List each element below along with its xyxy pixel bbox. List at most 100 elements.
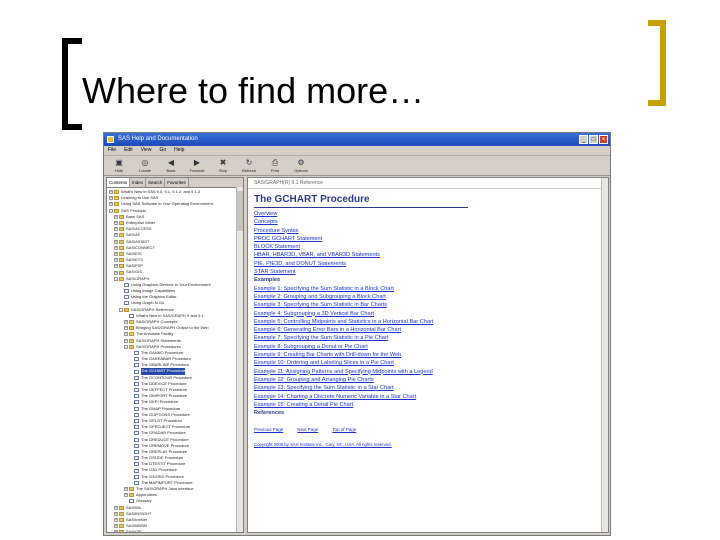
expand-icon[interactable]: + bbox=[124, 487, 128, 492]
expand-icon[interactable]: + bbox=[114, 270, 118, 275]
expand-icon[interactable]: + bbox=[114, 530, 118, 532]
nav-previous-page-link[interactable]: Previous Page bbox=[254, 427, 283, 432]
content-pane: SAS/GRAPH(R) 9.1 Reference The GCHART Pr… bbox=[247, 177, 609, 533]
title-rule bbox=[254, 207, 468, 208]
menu-item-view[interactable]: View bbox=[141, 146, 152, 155]
expand-icon[interactable]: + bbox=[124, 326, 128, 331]
folder-icon bbox=[124, 307, 129, 312]
expand-icon[interactable]: + bbox=[114, 264, 118, 269]
expand-icon[interactable]: + bbox=[114, 258, 118, 263]
collapse-icon[interactable]: - bbox=[124, 344, 128, 349]
menu-item-help[interactable]: Help bbox=[174, 146, 184, 155]
section-link[interactable]: Example 9: Creating Bar Charts with Dril… bbox=[248, 351, 608, 359]
minimize-icon[interactable]: _ bbox=[579, 135, 588, 144]
contents-tree: + What's New in SAS 9.0, 9.1, 9.1.2, and … bbox=[107, 188, 243, 532]
refresh-icon: ↻ bbox=[245, 158, 253, 167]
forward-icon: ▶ bbox=[193, 158, 201, 167]
copyright-link[interactable]: Copyright 2005 by SAS Institute Inc., Ca… bbox=[248, 432, 608, 447]
folder-icon bbox=[119, 276, 124, 281]
section-link[interactable]: Example 4: Subgrouping a 3D Vertical Bar… bbox=[248, 310, 608, 318]
expand-icon[interactable]: + bbox=[114, 251, 118, 256]
menu-item-file[interactable]: File bbox=[108, 146, 116, 155]
collapse-icon[interactable]: - bbox=[109, 208, 113, 213]
section-link[interactable]: HBAR, HBAR3D, VBAR, and VBAR3D Statement… bbox=[248, 251, 608, 259]
expand-icon[interactable]: + bbox=[124, 320, 128, 325]
toolbar-refresh-button[interactable]: ↻ Refresh bbox=[238, 158, 260, 173]
section-link[interactable]: Example 8: Subgrouping a Donut or Pie Ch… bbox=[248, 343, 608, 351]
expand-icon[interactable]: + bbox=[114, 233, 118, 238]
page-icon bbox=[134, 412, 139, 417]
content-scrollbar[interactable] bbox=[601, 178, 608, 532]
folder-icon bbox=[119, 233, 124, 238]
expand-icon[interactable]: + bbox=[114, 524, 118, 529]
section-link[interactable]: Procedure Syntax bbox=[248, 227, 608, 235]
scroll-thumb[interactable] bbox=[237, 191, 243, 231]
section-link[interactable]: Example 12: Grouping and Arranging Pie C… bbox=[248, 376, 608, 384]
toolbar-hide-button[interactable]: ▣ Hide bbox=[108, 158, 130, 173]
close-icon[interactable]: × bbox=[599, 135, 608, 144]
toolbar-back-button[interactable]: ◀ Back bbox=[160, 158, 182, 173]
expand-icon[interactable]: + bbox=[114, 505, 118, 510]
section-link[interactable]: Example 1: Specifying the Sum Statistic … bbox=[248, 285, 608, 293]
section-link[interactable]: PIE, PIE3D, and DONUT Statements bbox=[248, 260, 608, 268]
section-link[interactable]: Concepts bbox=[248, 218, 608, 226]
section-link[interactable]: BLOCK Statement bbox=[248, 243, 608, 251]
expand-icon[interactable]: + bbox=[109, 202, 113, 207]
folder-icon bbox=[119, 264, 124, 269]
section-link[interactable]: Example 14: Charting a Discrete Numeric … bbox=[248, 393, 608, 401]
menu-item-edit[interactable]: Edit bbox=[124, 146, 133, 155]
window-titlebar[interactable]: SAS Help and Documentation _ □ × bbox=[104, 133, 610, 146]
expand-icon[interactable]: + bbox=[114, 518, 118, 523]
tab-search[interactable]: Search bbox=[146, 178, 166, 187]
expand-icon[interactable]: + bbox=[114, 221, 118, 226]
section-link[interactable]: Example 11: Assigning Patterns and Speci… bbox=[248, 368, 608, 376]
nav-top-of-page-link[interactable]: Top of Page bbox=[332, 427, 356, 432]
expand-icon[interactable]: + bbox=[124, 332, 128, 337]
toolbar-forward-button[interactable]: ▶ Forward bbox=[186, 158, 208, 173]
expand-icon[interactable]: + bbox=[124, 338, 128, 343]
section-link[interactable]: Examples bbox=[248, 276, 608, 284]
expand-icon[interactable]: + bbox=[124, 493, 128, 498]
expand-icon[interactable]: + bbox=[114, 214, 118, 219]
collapse-icon[interactable]: - bbox=[119, 307, 123, 312]
folder-icon bbox=[129, 326, 134, 331]
toolbar-print-button[interactable]: ⎙ Print bbox=[264, 158, 286, 173]
section-link[interactable]: Example 2: Grouping and Subgrouping a Bl… bbox=[248, 293, 608, 301]
expand-icon[interactable]: + bbox=[114, 227, 118, 232]
tab-favorites[interactable]: Favorites bbox=[165, 178, 189, 187]
tab-index[interactable]: Index bbox=[130, 178, 147, 187]
section-link[interactable]: PROC GCHART Statement bbox=[248, 235, 608, 243]
collapse-icon[interactable]: - bbox=[114, 276, 118, 281]
section-link[interactable]: STAR Statement bbox=[248, 268, 608, 276]
section-link[interactable]: Overview bbox=[248, 210, 608, 218]
expand-icon[interactable]: + bbox=[114, 511, 118, 516]
toolbar-locate-button[interactable]: ◎ Locate bbox=[134, 158, 156, 173]
tree-item[interactable]: + SAS/OR bbox=[107, 529, 243, 532]
page-icon bbox=[134, 449, 139, 454]
expand-icon[interactable]: + bbox=[114, 245, 118, 250]
section-link[interactable]: Example 13: Specifying the Sum Statistic… bbox=[248, 384, 608, 392]
page-icon bbox=[129, 499, 134, 504]
expand-icon[interactable]: + bbox=[109, 196, 113, 201]
section-link[interactable]: Example 10: Ordering and Labeling Slices… bbox=[248, 359, 608, 367]
folder-icon bbox=[129, 344, 134, 349]
tab-contents[interactable]: Contents bbox=[107, 178, 131, 187]
section-link[interactable]: Example 3: Specifying the Sum Statistic … bbox=[248, 301, 608, 309]
expand-icon[interactable]: + bbox=[114, 239, 118, 244]
section-link[interactable]: Example 5: Controlling Midpoints and Sta… bbox=[248, 318, 608, 326]
toolbar-stop-button[interactable]: ✖ Stop bbox=[212, 158, 234, 173]
nav-next-page-link[interactable]: Next Page bbox=[297, 427, 318, 432]
menu-item-go[interactable]: Go bbox=[159, 146, 166, 155]
maximize-icon[interactable]: □ bbox=[589, 135, 598, 144]
section-link[interactable]: References bbox=[248, 409, 608, 417]
expand-icon[interactable]: + bbox=[109, 190, 113, 195]
section-link[interactable]: Example 7: Specifying the Sum Statistic … bbox=[248, 334, 608, 342]
tree-scrollbar[interactable] bbox=[236, 187, 243, 532]
section-link[interactable]: Example 6: Generating Error Bars in a Ho… bbox=[248, 326, 608, 334]
toolbar-options-button[interactable]: ⚙ Options bbox=[290, 158, 312, 173]
section-link[interactable]: Example 15: Creating a Detail Pie Chart bbox=[248, 401, 608, 409]
